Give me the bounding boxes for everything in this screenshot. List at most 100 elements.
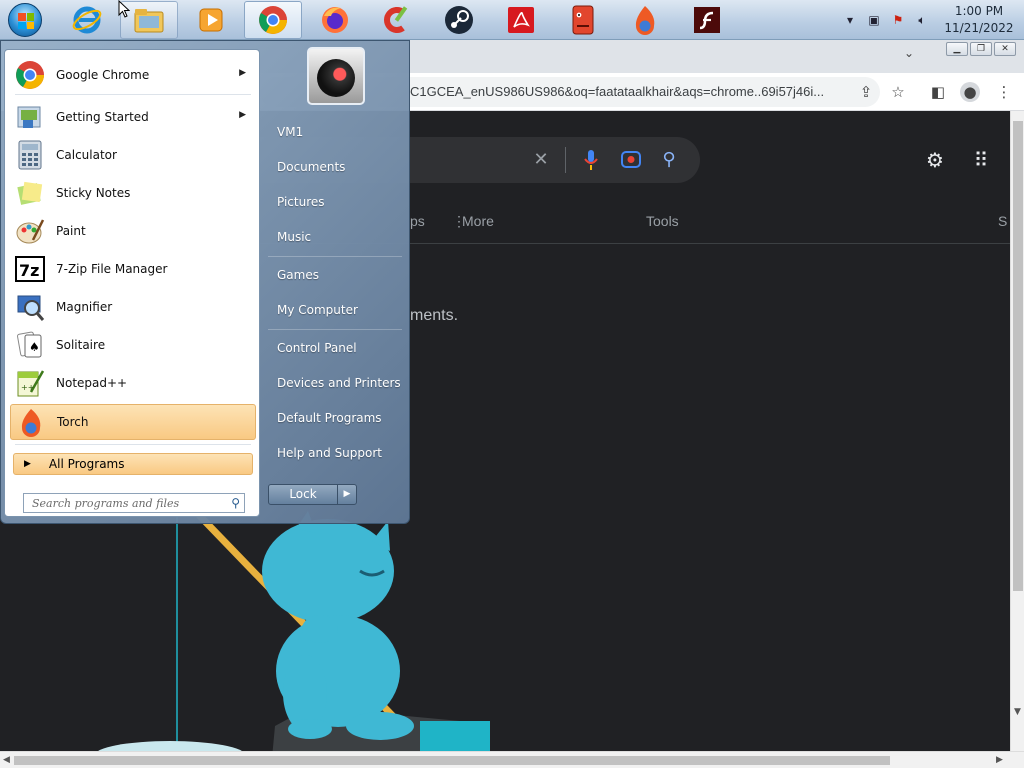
horizontal-scrollbar[interactable]: ◀ ▶: [0, 751, 1024, 768]
taskbar-adobe-reader[interactable]: [492, 1, 550, 39]
program-google-chrome[interactable]: Google Chrome ▶: [10, 57, 256, 93]
notepadpp-icon: ++: [14, 367, 46, 399]
vertical-scrollbar[interactable]: ▼: [1010, 111, 1024, 751]
no-results-text: ments.: [410, 307, 459, 324]
volume-icon[interactable]: 🔈︎: [914, 12, 930, 28]
start-menu: Google Chrome ▶ Getting Started ▶ Calcul…: [0, 40, 410, 524]
taskbar-flash-player[interactable]: [678, 1, 736, 39]
firefox-icon: [322, 7, 348, 33]
torch-icon: [635, 6, 655, 35]
chrome-icon: [259, 6, 287, 34]
scroll-left-arrow-icon[interactable]: ◀: [3, 755, 10, 765]
program-torch[interactable]: Torch: [10, 404, 256, 440]
action-center-icon[interactable]: ⚑: [890, 12, 906, 28]
start-item-devices-and-printers[interactable]: Devices and Printers: [268, 368, 402, 398]
bookmark-star-icon[interactable]: ☆: [888, 82, 908, 102]
start-item-music[interactable]: Music: [268, 222, 402, 252]
horizontal-scroll-thumb[interactable]: [14, 756, 890, 765]
submenu-arrow-icon[interactable]: ▶: [239, 110, 246, 120]
search-icon[interactable]: ⚲: [658, 149, 680, 171]
taskbar-ccleaner[interactable]: [368, 1, 426, 39]
start-item-documents[interactable]: Documents: [268, 152, 402, 182]
settings-gear-icon[interactable]: ⚙: [922, 147, 948, 173]
taskbar-google-chrome[interactable]: [244, 1, 302, 39]
start-search-input[interactable]: [24, 494, 220, 512]
taskbar-internet-explorer[interactable]: [58, 1, 116, 39]
tab-more[interactable]: More: [462, 213, 494, 229]
chrome-menu-icon[interactable]: ⋮: [994, 82, 1014, 102]
paint-icon: [14, 215, 46, 247]
program-notepadpp[interactable]: ++ Notepad++: [10, 365, 256, 401]
share-icon[interactable]: ⇪: [856, 82, 876, 102]
search-box-divider: [565, 147, 566, 173]
ccleaner-icon: [384, 6, 408, 33]
start-item-pictures[interactable]: Pictures: [268, 187, 402, 217]
magnifier-icon: [14, 291, 46, 323]
system-tray: ▾ ▣ ⚑ 🔈︎ 1:00 PM 11/21/2022: [838, 0, 1024, 40]
side-panel-icon[interactable]: ◧: [928, 82, 948, 102]
start-item-control-panel[interactable]: Control Panel: [268, 333, 402, 363]
program-label: Paint: [56, 224, 86, 238]
scroll-down-arrow-icon[interactable]: ▼: [1014, 707, 1021, 717]
shutdown-options-arrow-icon[interactable]: ▶: [337, 484, 357, 505]
search-icon: ⚲: [231, 496, 240, 510]
calculator-icon: [14, 139, 46, 171]
tab-s-fragment[interactable]: S: [998, 213, 1007, 229]
program-solitaire[interactable]: ♠ Solitaire: [10, 327, 256, 363]
tab-search-chevron-icon[interactable]: ⌄: [904, 46, 914, 60]
windows-logo-icon: [8, 3, 42, 37]
program-sticky-notes[interactable]: Sticky Notes: [10, 175, 256, 211]
torch-icon: [15, 406, 47, 438]
start-item-help-and-support[interactable]: Help and Support: [268, 438, 402, 468]
restore-button[interactable]: ❐: [970, 42, 992, 56]
clock[interactable]: 1:00 PM 11/21/2022: [934, 3, 1024, 37]
close-button[interactable]: ✕: [994, 42, 1016, 56]
start-item-games[interactable]: Games: [268, 260, 402, 290]
program-label: Google Chrome: [56, 68, 150, 82]
minimize-button[interactable]: ▁: [946, 42, 968, 56]
program-label: Notepad++: [56, 376, 128, 390]
window-controls: ▁ ❐ ✕: [946, 42, 1016, 56]
show-hidden-icons-chevron[interactable]: ▾: [842, 12, 858, 28]
program-paint[interactable]: Paint: [10, 213, 256, 249]
apps-grid-icon[interactable]: ⠿: [968, 147, 994, 173]
getting-started-icon: [14, 101, 46, 133]
clear-search-icon[interactable]: ✕: [530, 149, 552, 171]
lens-search-icon[interactable]: [620, 149, 642, 171]
media-player-icon: [199, 8, 223, 32]
sticky-notes-icon: [14, 177, 46, 209]
adobe-reader-icon: [508, 7, 534, 33]
lock-button[interactable]: Lock: [268, 484, 338, 505]
program-label: Sticky Notes: [56, 186, 131, 200]
scroll-right-arrow-icon[interactable]: ▶: [996, 755, 1003, 765]
start-item-vm1[interactable]: VM1: [268, 117, 402, 147]
submenu-arrow-icon[interactable]: ▶: [239, 68, 246, 78]
start-item-default-programs[interactable]: Default Programs: [268, 403, 402, 433]
taskbar-media-player[interactable]: [182, 1, 240, 39]
tab-tools[interactable]: Tools: [646, 213, 679, 229]
right-pane-separator: [268, 256, 402, 257]
start-item-my-computer[interactable]: My Computer: [268, 295, 402, 325]
user-account-picture[interactable]: [307, 47, 365, 105]
record-player-icon: [317, 59, 355, 97]
taskbar-steam[interactable]: [430, 1, 488, 39]
vertical-scroll-thumb[interactable]: [1013, 121, 1023, 591]
program-calculator[interactable]: Calculator: [10, 137, 256, 173]
program-label: Solitaire: [56, 338, 106, 352]
program-7zip[interactable]: 7z 7-Zip File Manager: [10, 251, 256, 287]
taskbar-app[interactable]: [554, 1, 612, 39]
all-programs-button[interactable]: ▶ All Programs: [13, 453, 253, 475]
tab-apps-fragment[interactable]: ps: [410, 213, 425, 229]
program-getting-started[interactable]: Getting Started ▶: [10, 99, 256, 135]
start-search-box[interactable]: ⚲: [23, 493, 245, 513]
taskbar-firefox[interactable]: [306, 1, 364, 39]
taskbar-torch[interactable]: [616, 1, 674, 39]
program-magnifier[interactable]: Magnifier: [10, 289, 256, 325]
profile-avatar-icon[interactable]: ●: [960, 82, 980, 102]
start-menu-programs-pane: Google Chrome ▶ Getting Started ▶ Calcul…: [4, 49, 260, 517]
start-button[interactable]: [4, 2, 46, 38]
mouse-cursor-icon: [118, 0, 130, 18]
network-icon[interactable]: ▣: [866, 12, 882, 28]
voice-search-icon[interactable]: [580, 149, 602, 171]
svg-text:7z: 7z: [19, 261, 39, 280]
